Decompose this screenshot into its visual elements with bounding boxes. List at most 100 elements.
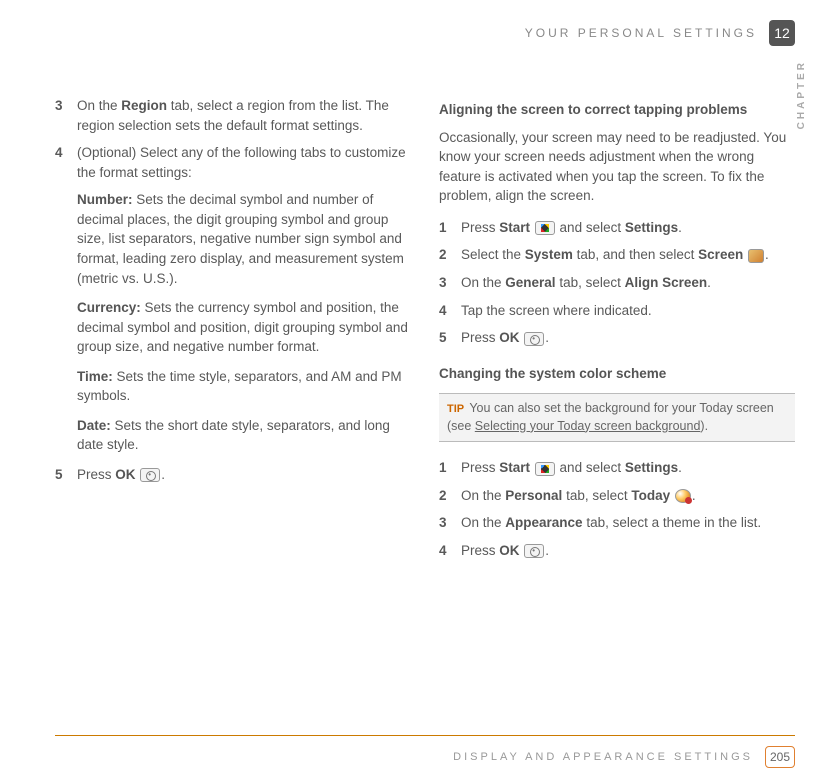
text: and select xyxy=(556,460,625,475)
text: and select xyxy=(556,220,625,235)
step-5: 5 Press OK . xyxy=(55,465,411,485)
text: Press xyxy=(461,543,499,558)
text: On the xyxy=(77,98,121,113)
header-row: YOUR PERSONAL SETTINGS 12 xyxy=(55,20,795,46)
text: tab, select xyxy=(556,275,625,290)
step-number: 4 xyxy=(439,301,461,321)
footer-section-title: DISPLAY AND APPEARANCE SETTINGS xyxy=(453,751,753,763)
bold: Screen xyxy=(698,247,743,262)
step-number: 1 xyxy=(439,218,461,238)
tip-box: TIP You can also set the background for … xyxy=(439,393,795,442)
step-body: On the General tab, select Align Screen. xyxy=(461,273,795,293)
two-column-layout: 3 On the Region tab, select a region fro… xyxy=(55,96,795,568)
text: . xyxy=(545,543,549,558)
align-step-3: 3 On the General tab, select Align Scree… xyxy=(439,273,795,293)
step-number: 2 xyxy=(439,245,461,265)
bold: Settings xyxy=(625,220,678,235)
start-flag-icon xyxy=(535,221,555,235)
text: . xyxy=(161,467,165,482)
text: tab, and then select xyxy=(573,247,698,262)
text: Select the xyxy=(461,247,525,262)
start-flag-icon xyxy=(535,462,555,476)
bold: Appearance xyxy=(505,515,582,530)
step-body: Select the System tab, and then select S… xyxy=(461,245,795,265)
bold: Start xyxy=(499,460,530,475)
tip-text: ). xyxy=(700,419,708,433)
text: Press xyxy=(461,330,499,345)
bold: Align Screen xyxy=(625,275,708,290)
step-body: Press Start and select Settings. xyxy=(461,458,795,478)
ok-button-icon xyxy=(140,468,160,482)
step-number: 4 xyxy=(55,143,77,182)
step-number: 2 xyxy=(439,486,461,506)
chapter-number-badge: 12 xyxy=(769,20,795,46)
chapter-vertical-label: CHAPTER xyxy=(796,60,807,129)
section-paragraph: Occasionally, your screen may need to be… xyxy=(439,128,795,206)
footer-row: DISPLAY AND APPEARANCE SETTINGS 205 xyxy=(453,746,795,768)
text: Press xyxy=(461,220,499,235)
page: YOUR PERSONAL SETTINGS 12 CHAPTER 3 On t… xyxy=(0,0,825,782)
text: On the xyxy=(461,515,505,530)
bold: Region xyxy=(121,98,167,113)
step-body: Press OK . xyxy=(461,328,795,348)
step-number: 1 xyxy=(439,458,461,478)
label: Number: xyxy=(77,192,133,207)
tip-link[interactable]: Selecting your Today screen background xyxy=(475,419,701,433)
bold: Personal xyxy=(505,488,562,503)
step-body: Press Start and select Settings. xyxy=(461,218,795,238)
text: tab, select xyxy=(562,488,631,503)
bold: Today xyxy=(631,488,670,503)
text: Press xyxy=(77,467,115,482)
text: On the xyxy=(461,275,505,290)
section-heading-align: Aligning the screen to correct tapping p… xyxy=(439,100,795,120)
align-step-1: 1 Press Start and select Settings. xyxy=(439,218,795,238)
bold: OK xyxy=(499,330,519,345)
date-definition: Date: Sets the short date style, separat… xyxy=(77,416,411,455)
ok-button-icon xyxy=(524,544,544,558)
bold: OK xyxy=(115,467,135,482)
bold: System xyxy=(525,247,573,262)
text: Sets the short date style, separators, a… xyxy=(77,418,390,453)
text: Sets the time style, separators, and AM … xyxy=(77,369,402,404)
section-heading-color: Changing the system color scheme xyxy=(439,364,795,384)
color-step-1: 1 Press Start and select Settings. xyxy=(439,458,795,478)
text: . xyxy=(545,330,549,345)
time-definition: Time: Sets the time style, separators, a… xyxy=(77,367,411,406)
align-step-2: 2 Select the System tab, and then select… xyxy=(439,245,795,265)
label: Time: xyxy=(77,369,113,384)
align-step-5: 5 Press OK . xyxy=(439,328,795,348)
step-body: On the Appearance tab, select a theme in… xyxy=(461,513,795,533)
step-body: On the Region tab, select a region from … xyxy=(77,96,411,135)
label: Currency: xyxy=(77,300,141,315)
text: . xyxy=(678,460,682,475)
text: . xyxy=(678,220,682,235)
text: . xyxy=(765,247,769,262)
align-step-4: 4 Tap the screen where indicated. xyxy=(439,301,795,321)
text: tab, select a theme in the list. xyxy=(583,515,762,530)
step-4: 4 (Optional) Select any of the following… xyxy=(55,143,411,182)
bold: Start xyxy=(499,220,530,235)
today-icon xyxy=(675,489,691,503)
step-body: On the Personal tab, select Today . xyxy=(461,486,795,506)
step-number: 5 xyxy=(439,328,461,348)
number-definition: Number: Sets the decimal symbol and numb… xyxy=(77,190,411,288)
page-number: 205 xyxy=(765,746,795,768)
step-body: Tap the screen where indicated. xyxy=(461,301,795,321)
ok-button-icon xyxy=(524,332,544,346)
step-number: 3 xyxy=(439,273,461,293)
label: Date: xyxy=(77,418,111,433)
bold: Settings xyxy=(625,460,678,475)
step-3: 3 On the Region tab, select a region fro… xyxy=(55,96,411,135)
step-body: (Optional) Select any of the following t… xyxy=(77,143,411,182)
right-column: Aligning the screen to correct tapping p… xyxy=(439,96,795,568)
text: . xyxy=(692,488,696,503)
left-column: 3 On the Region tab, select a region fro… xyxy=(55,96,411,568)
color-step-4: 4 Press OK . xyxy=(439,541,795,561)
currency-definition: Currency: Sets the currency symbol and p… xyxy=(77,298,411,357)
step-number: 5 xyxy=(55,465,77,485)
screen-icon xyxy=(748,249,764,263)
bold: OK xyxy=(499,543,519,558)
text: . xyxy=(707,275,711,290)
text: On the xyxy=(461,488,505,503)
step-number: 4 xyxy=(439,541,461,561)
